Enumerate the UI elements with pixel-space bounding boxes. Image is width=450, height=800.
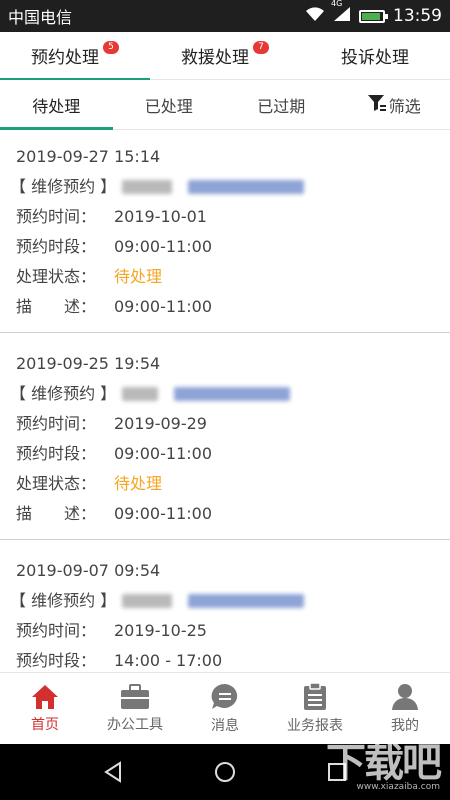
customer-phone-blurred — [188, 594, 305, 608]
filter-button[interactable]: 筛选 — [338, 80, 450, 129]
customer-name-blurred — [122, 180, 173, 194]
created-time: 2019-09-27 15:14 — [16, 147, 161, 166]
tab-complaint[interactable]: 投诉处理 — [300, 32, 450, 79]
created-time: 2019-09-07 09:54 — [16, 561, 161, 580]
field-label: 描 述： — [16, 297, 97, 316]
field-value: 09:00-11:00 — [114, 297, 212, 316]
appointment-slot-row: 预约时段： 09:00-11:00 — [16, 439, 432, 469]
tab-label: 待处理 — [32, 96, 81, 116]
field-value: 2019-10-25 — [114, 621, 207, 640]
tab-appointment[interactable]: 预约处理 5 — [0, 32, 150, 80]
field-label: 描 述： — [16, 504, 97, 523]
briefcase-icon — [120, 683, 150, 710]
status-row: 处理状态： 待处理 — [16, 469, 432, 499]
appointment-slot-row: 预约时段： 09:00-11:00 — [16, 232, 432, 262]
tab-label: 已过期 — [257, 96, 306, 116]
field-label: 预约时间： — [16, 621, 97, 640]
status-value: 待处理 — [114, 267, 163, 286]
clipboard-icon — [303, 682, 327, 711]
nav-label: 消息 — [211, 717, 239, 734]
field-label: 预约时间： — [16, 207, 97, 226]
customer-phone-blurred — [188, 180, 305, 194]
customer-phone-blurred — [174, 387, 291, 401]
appointment-date-row: 预约时间： 2019-10-25 — [16, 616, 432, 646]
status-value: 待处理 — [114, 474, 163, 493]
appointment-list: 2019-09-27 15:14 【 维修预约 】 预约时间： 2019-10-… — [0, 130, 450, 672]
description-row: 描 述： 09:00-11:00 — [16, 292, 432, 322]
description-row: 描 述： 09:00-11:00 — [16, 499, 432, 529]
tab-label: 已处理 — [144, 96, 193, 116]
home-icon — [31, 684, 59, 710]
carrier-name: 中国电信 — [8, 8, 73, 27]
watermark-main: 下载吧 — [326, 740, 442, 786]
message-icon — [210, 683, 240, 711]
tab-rescue[interactable]: 救援处理 7 — [150, 32, 300, 79]
tab-label: 预约处理 — [31, 48, 99, 68]
nav-office-tools[interactable]: 办公工具 — [90, 673, 180, 744]
record-type: 【 维修预约 】 — [10, 384, 117, 403]
filter-icon — [367, 94, 387, 116]
status-row: 处理状态： 待处理 — [16, 262, 432, 292]
field-label: 处理状态： — [16, 267, 97, 286]
count-badge: 5 — [103, 41, 119, 54]
filter-label: 筛选 — [388, 96, 421, 116]
field-value: 2019-09-29 — [114, 414, 207, 433]
count-badge: 7 — [253, 41, 269, 54]
record-title: 【 维修预约 】 — [10, 172, 432, 202]
clock: 13:59 — [393, 6, 442, 26]
field-value: 09:00-11:00 — [114, 504, 212, 523]
field-label: 处理状态： — [16, 474, 97, 493]
tab-processed[interactable]: 已处理 — [113, 80, 226, 129]
back-icon[interactable] — [101, 760, 125, 784]
customer-name-blurred — [122, 387, 159, 401]
home-circle-icon[interactable] — [213, 760, 237, 784]
appointment-date-row: 预约时间： 2019-09-29 — [16, 409, 432, 439]
system-nav-bar: 下载吧 www.xiazaiba.com — [0, 740, 450, 800]
record-type: 【 维修预约 】 — [10, 591, 117, 610]
list-item[interactable]: 2019-09-25 19:54 【 维修预约 】 预约时间： 2019-09-… — [0, 349, 450, 540]
person-icon — [391, 683, 419, 711]
appointment-date-row: 预约时间： 2019-10-01 — [16, 202, 432, 232]
list-item[interactable]: 2019-09-27 15:14 【 维修预约 】 预约时间： 2019-10-… — [0, 130, 450, 333]
network-type: 4G — [331, 0, 343, 8]
battery-icon — [359, 9, 388, 23]
tab-expired[interactable]: 已过期 — [225, 80, 338, 129]
tab-label: 投诉处理 — [341, 48, 409, 68]
wifi-icon — [305, 6, 325, 26]
status-icons: 4G 13:59 — [305, 0, 442, 26]
tab-pending[interactable]: 待处理 — [0, 80, 113, 130]
nav-home[interactable]: 首页 — [0, 673, 90, 744]
record-type: 【 维修预约 】 — [10, 177, 117, 196]
field-value: 09:00-11:00 — [114, 237, 212, 256]
divider — [0, 540, 450, 556]
divider — [0, 333, 450, 349]
record-title: 【 维修预约 】 — [10, 586, 432, 616]
appointment-slot-row: 预约时段： 14:00 - 17:00 — [16, 646, 432, 672]
status-tabs: 待处理 已处理 已过期 筛选 — [0, 80, 450, 130]
watermark-logo: 下载吧 www.xiazaiba.com — [326, 730, 442, 792]
field-value: 14:00 - 17:00 — [114, 651, 223, 670]
nav-label: 办公工具 — [107, 716, 163, 733]
field-label: 预约时段： — [16, 237, 97, 256]
signal-icon: 4G — [331, 0, 351, 26]
list-item[interactable]: 2019-09-07 09:54 【 维修预约 】 预约时间： 2019-10-… — [0, 556, 450, 672]
field-label: 预约时段： — [16, 444, 97, 463]
top-tabs: 预约处理 5 救援处理 7 投诉处理 — [0, 32, 450, 80]
customer-name-blurred — [122, 594, 173, 608]
field-value: 2019-10-01 — [114, 207, 207, 226]
record-title: 【 维修预约 】 — [10, 379, 432, 409]
nav-label: 首页 — [31, 716, 59, 733]
created-time: 2019-09-25 19:54 — [16, 354, 161, 373]
field-value: 09:00-11:00 — [114, 444, 212, 463]
field-label: 预约时段： — [16, 651, 97, 670]
nav-messages[interactable]: 消息 — [180, 673, 270, 744]
status-bar: 中国电信 4G 13:59 — [0, 0, 450, 32]
tab-label: 救援处理 — [181, 48, 249, 68]
field-label: 预约时间： — [16, 414, 97, 433]
